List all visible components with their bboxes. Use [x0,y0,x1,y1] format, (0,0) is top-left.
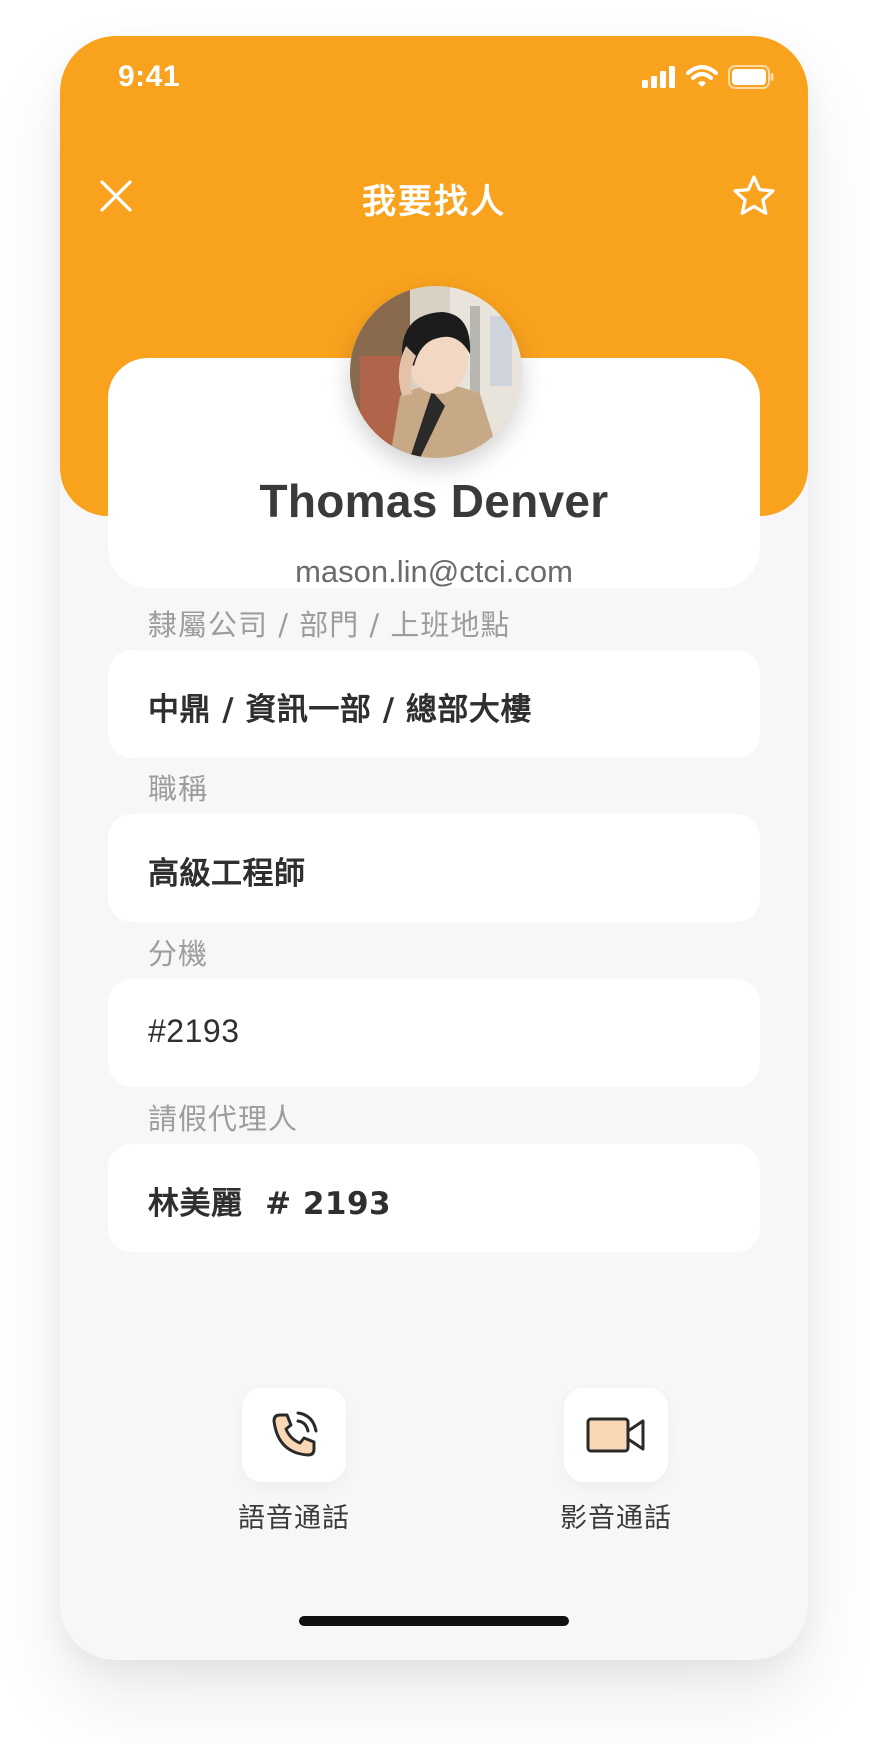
profile-name: Thomas Denver [259,475,609,527]
status-bar: 9:41 [60,36,808,122]
voice-call-button[interactable] [242,1388,346,1482]
battery-icon [728,65,774,89]
wifi-icon [686,65,718,87]
cellular-signal-icon [642,66,675,88]
status-icons [642,64,774,90]
field-label-company: 隸屬公司 / 部門 / 上班地點 [148,608,511,642]
field-label-extension: 分機 [148,937,209,971]
top-navigation: 我要找人 [60,154,808,234]
favorite-button[interactable] [724,166,784,226]
field-label-deputy: 請假代理人 [148,1102,299,1136]
field-label-title: 職稱 [148,772,209,806]
voice-call-label: 語音通話 [238,1503,350,1534]
field-value-title: 高級工程師 [148,856,306,892]
field-value-extension[interactable]: #2193 [148,1013,239,1050]
status-time: 9:41 [118,60,181,93]
field-box-title: 高級工程師 [108,814,760,922]
home-indicator[interactable] [299,1616,569,1626]
phone-call-icon [272,1411,318,1457]
field-box-deputy: 林美麗 # 2193 [108,1144,760,1252]
field-box-company: 中鼎 / 資訊一部 / 總部大樓 [108,650,760,758]
star-outline-icon [733,175,775,215]
page-title: 我要找人 [362,182,506,222]
avatar [350,286,522,458]
profile-email[interactable]: mason.lin@ctci.com [60,554,808,590]
field-value-deputy[interactable]: 林美麗 # 2193 [148,1178,391,1223]
phone-screen: 9:41 我要找人 Thomas Denver mason.lin@ctci.c… [60,36,808,1660]
voice-call-action: 語音通話 [194,1388,394,1535]
video-camera-icon [586,1417,645,1453]
field-box-extension: #2193 [108,979,760,1087]
video-call-label: 影音通話 [560,1503,672,1534]
field-value-company: 中鼎 / 資訊一部 / 總部大樓 [148,692,532,728]
video-call-action: 影音通話 [516,1388,716,1535]
video-call-button[interactable] [564,1388,668,1482]
